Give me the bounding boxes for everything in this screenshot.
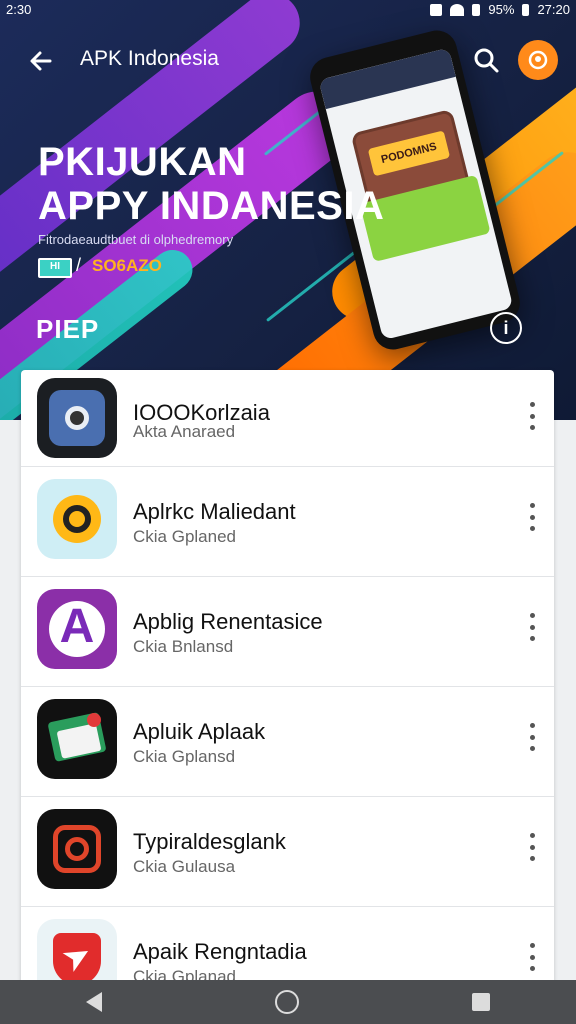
hero-banner: PODOMNS 2:30 95% 27:20 APK Indonesia PKI… — [0, 0, 576, 420]
more-vert-icon[interactable] — [526, 613, 538, 641]
hero-divider: / — [76, 255, 82, 275]
app-subtitle: Ckia Gplaned — [133, 527, 237, 546]
app-list: IOOOKorlzaia Akta Anaraed Aplrkc Malieda… — [21, 370, 554, 1010]
app-title: Typiraldesglank — [133, 829, 286, 854]
more-vert-icon[interactable] — [526, 402, 538, 430]
app-subtitle: Akta Anaraed — [133, 422, 236, 441]
hero-code: SO6AZO — [92, 256, 162, 275]
battery-percent: 95% — [488, 2, 515, 17]
list-item[interactable]: A Apblig Renentasice Ckia Bnlansd — [21, 577, 554, 687]
status-icons: 95% 27:20 — [430, 2, 570, 17]
signal-icon — [472, 3, 481, 16]
app-subtitle: Ckia Bnlansd — [133, 637, 234, 656]
wifi-icon — [450, 3, 465, 16]
alarm-icon — [430, 3, 443, 16]
account-icon — [528, 50, 548, 70]
app-bar: APK Indonesia — [0, 30, 576, 86]
search-icon[interactable] — [470, 44, 502, 76]
account-button[interactable] — [518, 40, 558, 80]
status-time-right: 27:20 — [537, 2, 570, 17]
app-title: Apaik Rengntadia — [133, 939, 307, 964]
system-nav-bar — [0, 980, 576, 1024]
app-title: Apblig Renentasice — [133, 609, 323, 634]
hero-headline-line2: APPY INDANESIA — [38, 184, 385, 228]
list-item[interactable]: Aplrkc Maliedant Ckia Gplaned — [21, 467, 554, 577]
status-bar: 2:30 95% 27:20 — [0, 0, 576, 20]
target-app-icon — [37, 479, 117, 559]
list-item[interactable]: Apluik Aplaak Ckia Gplansd — [21, 687, 554, 797]
hero-headline: PKIJUKAN APPY INDANESIA — [38, 140, 384, 228]
more-vert-icon[interactable] — [526, 943, 538, 971]
camera-app-icon — [37, 378, 117, 458]
nav-back-icon[interactable] — [86, 992, 103, 1012]
hero-subtitle: Fitrodaeaudtbuet di olphedremory — [38, 232, 234, 247]
mail-app-icon — [37, 699, 117, 779]
hero-badge: HI — [38, 258, 72, 278]
status-time-left: 2:30 — [6, 2, 32, 17]
nav-recents-icon[interactable] — [471, 993, 490, 1011]
list-item[interactable]: Typiraldesglank Ckia Gulausa — [21, 797, 554, 907]
hero-section-label: PIEP — [36, 314, 100, 344]
back-arrow-icon[interactable] — [26, 46, 56, 76]
info-icon: i — [503, 318, 509, 338]
app-title: Apluik Aplaak — [133, 719, 266, 744]
target-square-app-icon — [37, 809, 117, 889]
more-vert-icon[interactable] — [526, 833, 538, 861]
app-bar-title: APK Indonesia — [80, 47, 219, 70]
app-subtitle: Ckia Gplansd — [133, 747, 236, 766]
app-subtitle: Ckia Gulausa — [133, 857, 236, 876]
hero-headline-line1: PKIJUKAN — [38, 140, 247, 184]
list-item[interactable]: IOOOKorlzaia Akta Anaraed — [21, 370, 554, 467]
battery-icon — [522, 3, 530, 16]
more-vert-icon[interactable] — [526, 723, 538, 751]
info-button[interactable]: i — [490, 312, 522, 344]
more-vert-icon[interactable] — [526, 503, 538, 531]
letter-a-app-icon: A — [37, 589, 117, 669]
app-title: Aplrkc Maliedant — [133, 499, 296, 524]
nav-home-icon[interactable] — [274, 990, 299, 1014]
